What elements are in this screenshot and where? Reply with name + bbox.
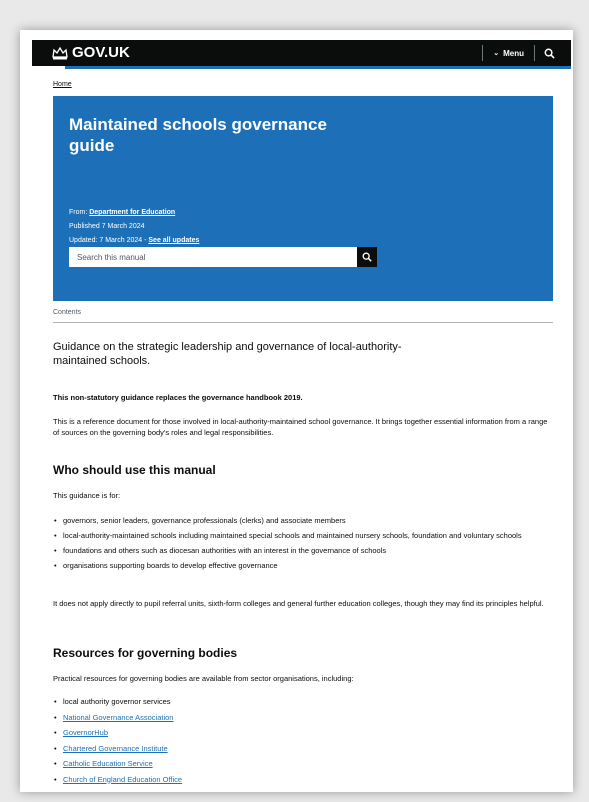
resource-link[interactable]: Church of England Education Office bbox=[63, 775, 182, 784]
header-accent-bar bbox=[65, 66, 571, 69]
from-label: From: bbox=[69, 209, 88, 216]
crown-icon bbox=[52, 46, 68, 59]
who-heading: Who should use this manual bbox=[53, 463, 216, 477]
lead-paragraph: Guidance on the strategic leadership and… bbox=[53, 341, 402, 367]
resources-heading: Resources for governing bodies bbox=[53, 646, 238, 660]
govuk-header: GOV.UK ⌄ Menu bbox=[32, 40, 571, 66]
list-item: organisations supporting boards to devel… bbox=[53, 560, 553, 571]
divider bbox=[53, 322, 553, 323]
list-item: local-authority-maintained schools inclu… bbox=[53, 530, 553, 541]
manual-search bbox=[69, 247, 377, 267]
resource-link[interactable]: Chartered Governance Institute bbox=[63, 744, 168, 753]
updated-line: Updated: 7 March 2024 - See all updates bbox=[69, 237, 199, 244]
list-item: National Governance Association bbox=[53, 712, 553, 723]
breadcrumb-home[interactable]: Home bbox=[53, 81, 72, 88]
list-item: GovernorHub bbox=[53, 727, 553, 738]
contents-label: Contents bbox=[53, 309, 82, 316]
search-input[interactable] bbox=[69, 247, 357, 267]
header-search-button[interactable] bbox=[535, 48, 563, 59]
logo-text: GOV.UK bbox=[72, 44, 130, 61]
who-list: governors, senior leaders, governance pr… bbox=[53, 515, 553, 575]
exclusion-note: It does not apply directly to pupil refe… bbox=[53, 599, 544, 608]
list-item: Church of England Education Office bbox=[53, 774, 553, 785]
resources-intro: Practical resources for governing bodies… bbox=[53, 674, 354, 683]
updated-label: Updated: 7 March 2024 - bbox=[69, 237, 147, 244]
published-date: Published 7 March 2024 bbox=[69, 223, 145, 230]
intro-paragraph: This is a reference document for those i… bbox=[53, 417, 548, 437]
list-item: foundations and others such as diocesan … bbox=[53, 545, 553, 556]
resource-link[interactable]: National Governance Association bbox=[63, 713, 173, 722]
resource-link[interactable]: Catholic Education Service bbox=[63, 759, 153, 768]
resources-list: local authority governor services Nation… bbox=[53, 696, 553, 789]
page: GOV.UK ⌄ Menu Home Maintained schools go… bbox=[20, 30, 573, 792]
from-org-link[interactable]: Department for Education bbox=[89, 209, 175, 216]
list-item: Chartered Governance Institute bbox=[53, 743, 553, 754]
search-icon bbox=[362, 252, 372, 262]
search-icon bbox=[544, 48, 555, 59]
menu-button[interactable]: ⌄ Menu bbox=[483, 49, 534, 58]
see-all-updates-link[interactable]: See all updates bbox=[148, 237, 199, 244]
page-title: Maintained schools governance guide bbox=[69, 115, 327, 155]
chevron-down-icon: ⌄ bbox=[493, 50, 500, 57]
hero-banner: Maintained schools governance guide From… bbox=[53, 96, 553, 301]
who-intro: This guidance is for: bbox=[53, 491, 121, 500]
list-item: governors, senior leaders, governance pr… bbox=[53, 515, 553, 526]
govuk-logo-link[interactable]: GOV.UK bbox=[52, 44, 130, 61]
search-button[interactable] bbox=[357, 247, 377, 267]
list-item: Catholic Education Service bbox=[53, 758, 553, 769]
from-line: From: Department for Education bbox=[69, 209, 175, 216]
list-item: local authority governor services bbox=[53, 696, 553, 707]
header-controls: ⌄ Menu bbox=[482, 40, 563, 66]
replaces-notice: This non-statutory guidance replaces the… bbox=[53, 393, 303, 402]
menu-label: Menu bbox=[503, 48, 524, 58]
resource-link[interactable]: GovernorHub bbox=[63, 728, 108, 737]
